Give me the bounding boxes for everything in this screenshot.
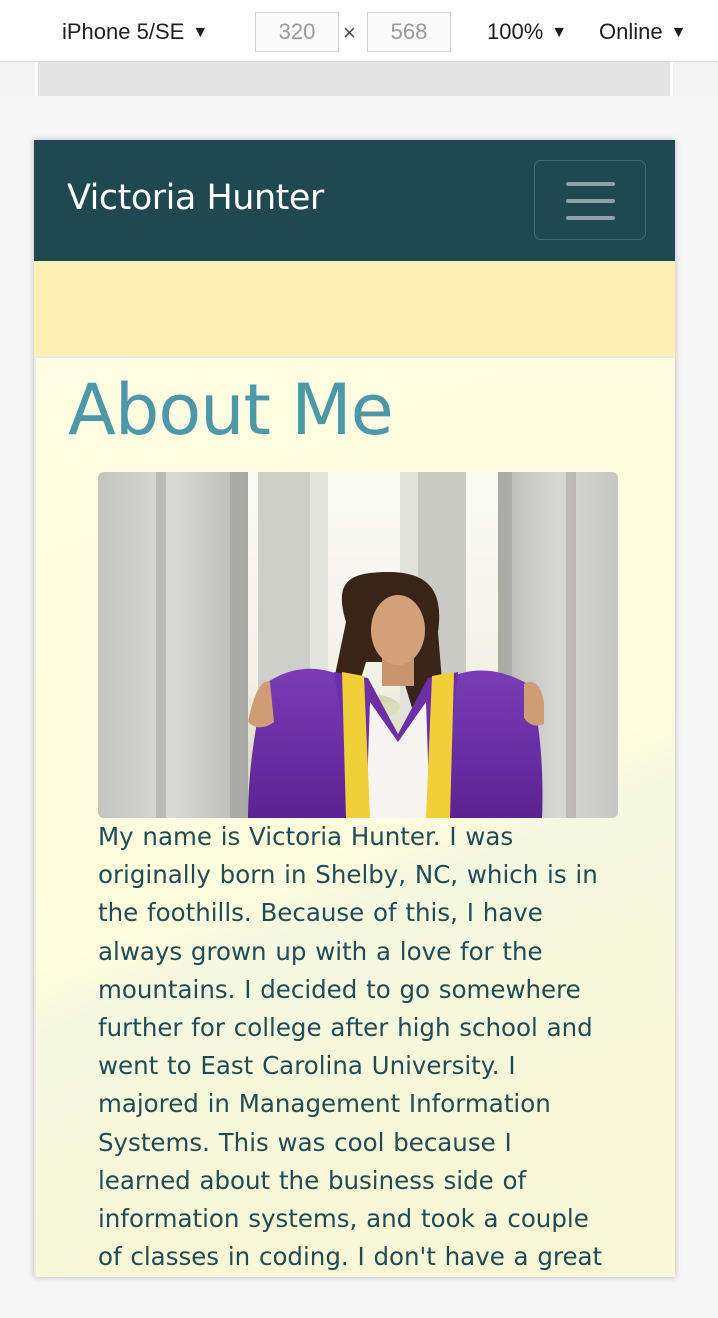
viewport-height-input[interactable]: 568: [367, 12, 451, 52]
bio-text: My name is Victoria Hunter. I was origin…: [98, 818, 618, 1276]
bio-line: further for college after high school an…: [98, 1013, 593, 1043]
zoom-select-label: 100%: [487, 19, 544, 44]
profile-photo: [98, 472, 618, 818]
throttling-select[interactable]: Online ▼: [599, 18, 686, 47]
device-viewport: Victoria Hunter About Me My name is Vict…: [34, 140, 675, 1277]
bio-line: always grown up with a love for the: [98, 936, 543, 966]
device-select-label: iPhone 5/SE: [62, 19, 185, 44]
media-query-ruler: [0, 62, 718, 96]
bio-line: originally born in Shelby, NC, which is …: [98, 860, 598, 890]
bio-line: My name is Victoria Hunter. I was: [98, 822, 514, 851]
zoom-dropdown-arrow-icon: ▼: [551, 24, 568, 41]
menu-toggle-button[interactable]: [534, 160, 646, 240]
zoom-select[interactable]: 100% ▼: [487, 18, 567, 47]
hamburger-icon-bar: [566, 199, 615, 203]
bio-line: information systems, and took a couple: [98, 1204, 589, 1234]
bio-line: of classes in coding. I don't have a gre…: [98, 1242, 603, 1272]
device-toolbar: iPhone 5/SE ▼ 320 × 568 100% ▼ Online ▼: [0, 0, 718, 62]
throttling-dropdown-arrow-icon: ▼: [670, 24, 687, 41]
bio-line: mountains. I decided to go somewhere: [98, 974, 581, 1004]
bio-line: majored in Management Information: [98, 1089, 551, 1119]
viewport-width-input[interactable]: 320: [255, 12, 339, 52]
about-heading: About Me: [68, 369, 394, 451]
ruler-edge-right: [670, 62, 673, 96]
bio-line: went to East Carolina University. I: [98, 1051, 516, 1081]
throttling-select-label: Online: [599, 19, 663, 44]
device-select[interactable]: iPhone 5/SE ▼: [62, 18, 208, 47]
bio-line: learned about the business side of: [98, 1165, 527, 1195]
site-brand[interactable]: Victoria Hunter: [67, 176, 324, 220]
bio-line: the foothills. Because of this, I have: [98, 898, 543, 928]
hamburger-icon: [566, 182, 615, 186]
header-band: [34, 261, 675, 358]
about-section: About Me My name is Victoria Hunter. I w…: [34, 358, 675, 1277]
bio-line: Systems. This was cool because I: [98, 1127, 512, 1157]
device-dropdown-arrow-icon: ▼: [192, 24, 209, 41]
ruler-edge-left: [35, 62, 38, 96]
hamburger-icon-bar: [566, 216, 615, 220]
site-navbar: Victoria Hunter: [34, 140, 675, 261]
ruler-bar[interactable]: [38, 62, 670, 96]
dimension-times-icon: ×: [343, 20, 356, 45]
